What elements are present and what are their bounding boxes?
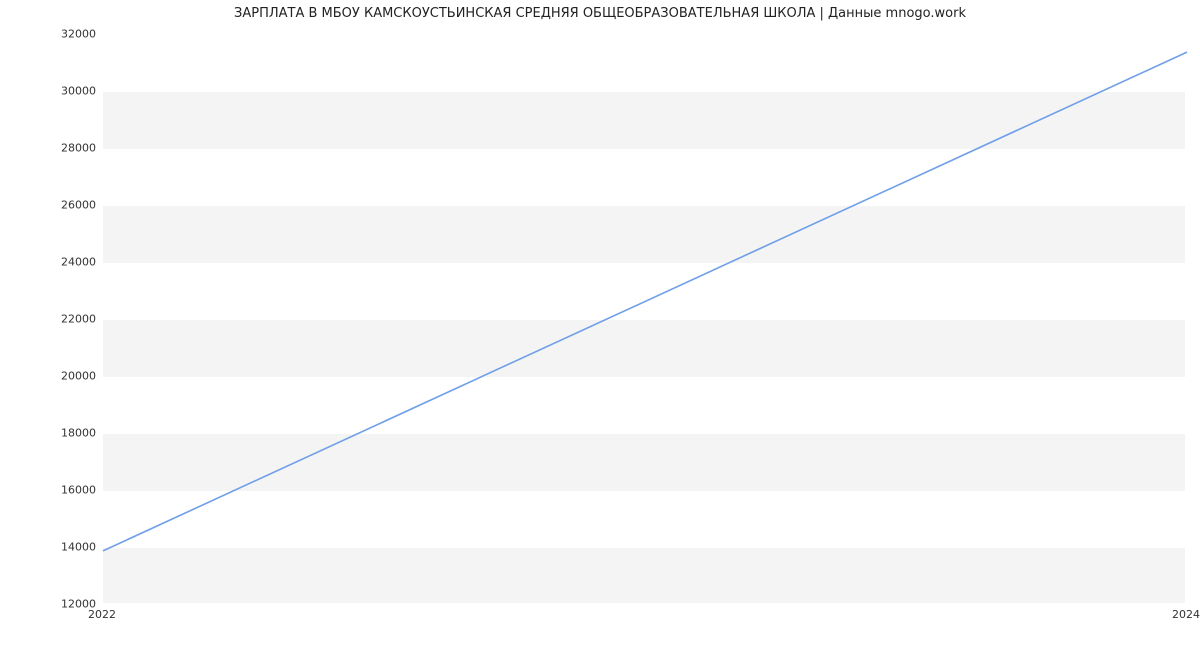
y-tick-label: 30000	[6, 85, 96, 98]
y-tick-label: 24000	[6, 256, 96, 269]
y-tick-label: 32000	[6, 28, 96, 41]
y-tick-label: 26000	[6, 199, 96, 212]
line-layer	[103, 35, 1187, 605]
y-tick-label: 18000	[6, 427, 96, 440]
y-tick-label: 20000	[6, 370, 96, 383]
y-tick-label: 14000	[6, 541, 96, 554]
y-tick-label: 22000	[6, 313, 96, 326]
x-tick-label: 2022	[88, 608, 116, 621]
chart-title: ЗАРПЛАТА В МБОУ КАМСКОУСТЬИНСКАЯ СРЕДНЯЯ…	[0, 6, 1200, 21]
chart-container: ЗАРПЛАТА В МБОУ КАМСКОУСТЬИНСКАЯ СРЕДНЯЯ…	[0, 0, 1200, 650]
x-tick-label: 2024	[1172, 608, 1200, 621]
series-line	[103, 52, 1187, 551]
plot-area	[102, 34, 1186, 604]
y-tick-label: 16000	[6, 484, 96, 497]
y-tick-label: 28000	[6, 142, 96, 155]
y-tick-label: 12000	[6, 598, 96, 611]
